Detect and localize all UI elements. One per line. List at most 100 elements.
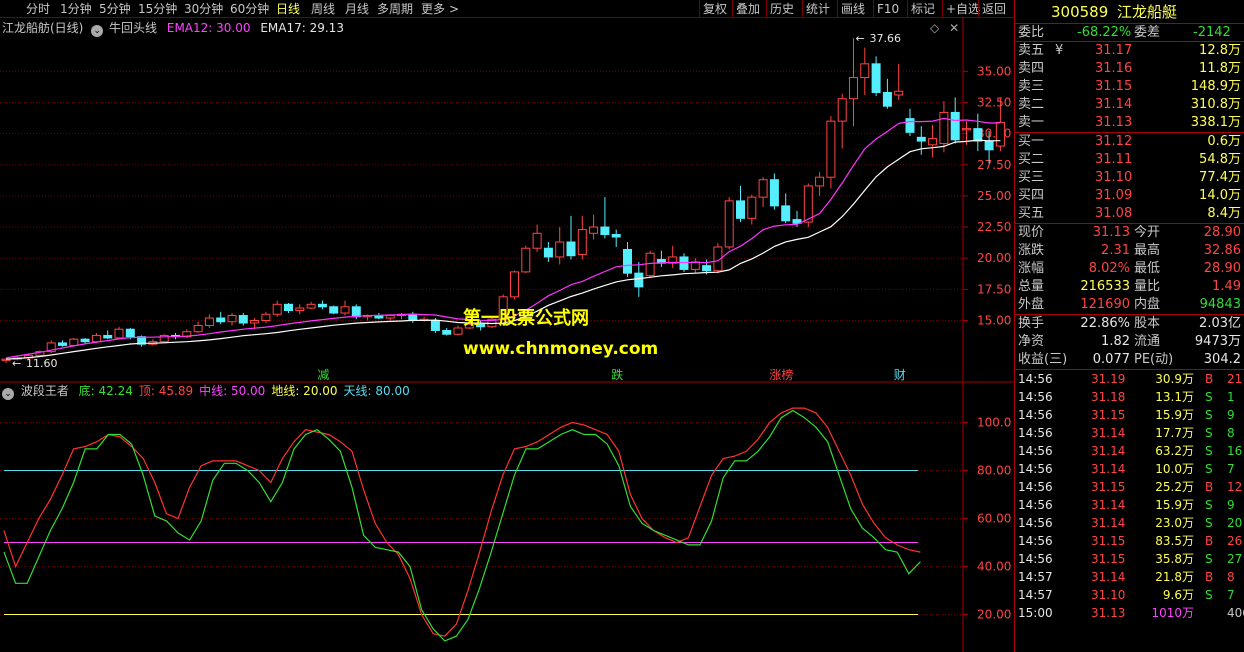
period-tab-1[interactable]: 1分钟 [60,1,92,17]
candle [227,313,237,326]
quote-value: 28.90 [1203,261,1241,276]
close-icon[interactable]: ✕ [949,21,959,35]
toolbar-button-1[interactable]: 叠加 [736,1,760,17]
toolbar-button-0[interactable]: 复权 [703,1,727,17]
candle [916,126,926,155]
candle [284,303,293,314]
tick-time: 14:57 [1018,588,1053,602]
stock-code: 300589 [1051,3,1109,21]
tick-volume: 9.6万 [1162,588,1194,602]
period-tab-10[interactable]: 更多 [421,1,445,17]
period-tab-3[interactable]: 15分钟 [138,1,177,17]
period-tab-8[interactable]: 月线 [345,1,369,17]
toolbar-button-6[interactable]: 标记 [911,1,935,17]
candle [159,334,169,343]
ask-row[interactable]: 卖一 31.13 338.1万 [1015,114,1244,132]
bid-row[interactable]: 买四 31.09 14.0万 [1015,187,1244,205]
ask-row[interactable]: 卖五 ¥31.17 12.8万 [1015,42,1244,60]
toolbar-button-7[interactable]: +自选 [946,1,980,17]
candle [882,78,892,109]
more-arrow-icon[interactable]: > [449,1,459,17]
watermark-title: 第一股票公式网 [463,308,589,329]
weibi-row: 委比 -68.22% 委差 -2142 [1015,24,1244,42]
quote-value: 216533 [1080,279,1130,294]
period-tab-6[interactable]: 日线 [276,1,300,17]
period-tab-9[interactable]: 多周期 [377,1,413,17]
event-tag[interactable]: 财 [894,368,906,382]
fund-value: 9473万 [1194,334,1241,349]
sub-axis-label: 100.0 [977,416,1011,430]
tick-row: 14:56 31.15 25.2万 B 12 [1015,478,1244,496]
candle [769,173,779,210]
candle [532,224,542,252]
kline-chart[interactable]: 35.0032.5030.0027.5025.0022.5020.0017.50… [0,18,1014,652]
candle [543,242,553,262]
price-axis-label: 27.50 [977,158,1011,172]
candle [656,250,666,267]
event-tag[interactable]: 减 [317,368,329,382]
tick-count: 20 [1227,516,1243,530]
event-tag[interactable]: 涨榜 [769,367,793,382]
period-tab-5[interactable]: 60分钟 [230,1,269,17]
indicator-toggle-icon[interactable]: ⌄ [91,25,104,37]
quote-value: 2.31 [1101,243,1130,258]
indicator-name: 牛回头线 [109,21,158,35]
candle [1,358,11,363]
tick-list[interactable]: 14:56 31.19 30.9万 B 21 14:56 31.18 13.1万 S 1 14:56… [1015,370,1244,622]
toolbar-button-2[interactable]: 历史 [770,1,794,17]
bid-price: 31.08 [1095,206,1133,221]
period-tab-4[interactable]: 30分钟 [184,1,223,17]
quote-label: 量比 [1134,279,1161,294]
period-tab-7[interactable]: 周线 [311,1,335,17]
ask-row[interactable]: 卖二 31.14 310.8万 [1015,96,1244,114]
diamond-icon[interactable]: ◇ [930,21,939,35]
fund-value: 1.82 [1101,334,1130,349]
quote-value: 28.90 [1203,225,1241,240]
ask-row[interactable]: 卖四 31.16 11.8万 [1015,60,1244,78]
quote-value: 121690 [1080,297,1130,312]
ask-row[interactable]: 卖三 31.15 148.9万 [1015,78,1244,96]
toolbar-button-5[interactable]: F10 [877,1,899,17]
event-tag[interactable]: 跌 [611,367,623,382]
tick-volume: 21.8万 [1155,570,1194,584]
candle [849,38,858,127]
toolbar-divider [978,0,979,18]
tick-side: S [1205,588,1213,602]
sub-toggle-icon[interactable]: ⌄ [2,388,14,400]
quote-value: 32.86 [1203,243,1241,258]
period-tab-0[interactable]: 分时 [26,1,50,17]
tick-volume: 23.0万 [1155,516,1194,530]
tick-side: S [1205,390,1213,404]
bid-row[interactable]: 买五 31.08 8.4万 [1015,205,1244,223]
tick-row: 14:56 31.19 30.9万 B 21 [1015,370,1244,388]
candle [340,300,350,316]
tick-time: 14:56 [1018,408,1053,422]
tick-time: 14:56 [1018,480,1053,494]
tick-time: 14:56 [1018,444,1053,458]
candle [442,327,452,336]
candle [928,124,938,158]
toolbar-divider [873,0,874,18]
price-axis-label: 32.50 [977,95,1011,109]
quote-label: 现价 [1018,225,1045,240]
bid-row[interactable]: 买一 31.12 0.6万 [1015,133,1244,151]
weibi-value: -68.22% [1077,25,1132,40]
tick-volume: 13.1万 [1155,390,1194,404]
candle [58,340,67,347]
tick-count: 8 [1227,570,1235,584]
bid-label: 买一 [1018,134,1045,149]
candle [510,270,519,300]
bid-row[interactable]: 买二 31.11 54.8万 [1015,151,1244,169]
candle [837,93,847,149]
toolbar-button-8[interactable]: 返回 [982,1,1006,17]
candle [611,229,621,247]
candle [815,172,825,196]
toolbar-divider [907,0,908,18]
toolbar-button-4[interactable]: 画线 [841,1,865,17]
bid-row[interactable]: 买三 31.10 77.4万 [1015,169,1244,187]
tick-price: 31.14 [1091,462,1126,476]
quote-value: 1.49 [1212,279,1241,294]
toolbar-button-3[interactable]: 统计 [806,1,830,17]
period-tab-2[interactable]: 5分钟 [99,1,131,17]
tick-side: S [1205,444,1213,458]
